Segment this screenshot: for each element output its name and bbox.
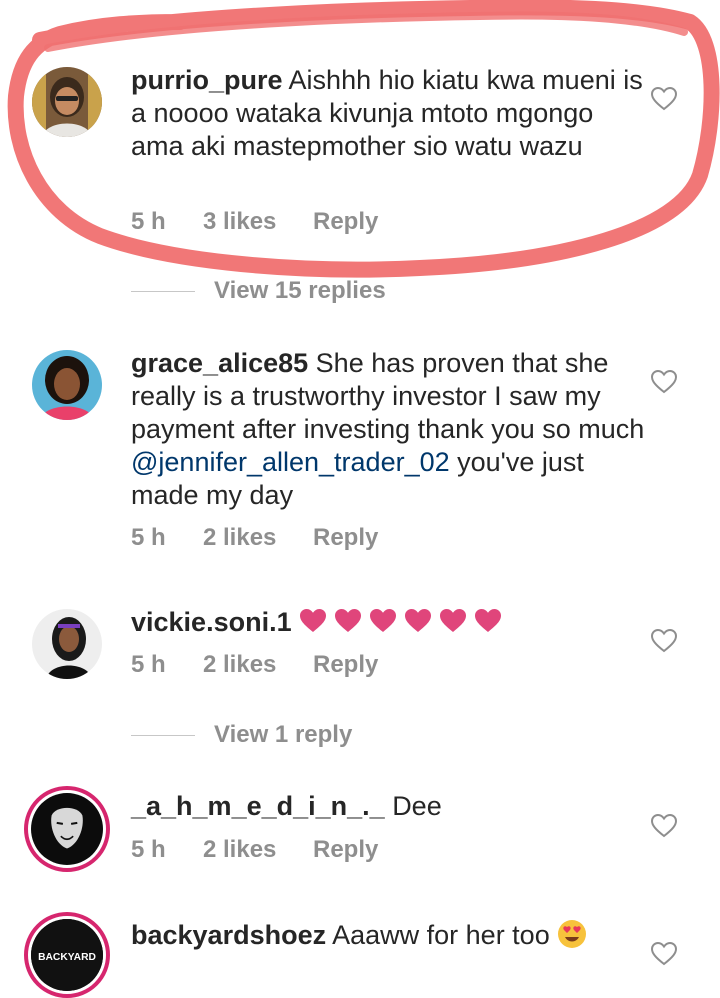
like-heart-icon[interactable] [651,370,677,394]
comment-likes[interactable]: 3 likes [203,207,276,237]
comment-time: 5 h [131,524,166,551]
view-replies-label: View 1 reply [214,721,353,748]
comment-likes[interactable]: 2 likes [203,835,276,865]
avatar[interactable] [32,350,102,420]
like-heart-icon[interactable] [651,87,677,111]
mention-link[interactable]: @jennifer_allen_trader_02 [131,447,450,477]
comment-username[interactable]: purrio_pure [131,65,283,95]
avatar-photo-icon [32,67,102,137]
comment-username[interactable]: _a_h_m_e_d_i_n_._ [131,791,385,821]
backyard-logo-icon: BACKYARD [31,919,103,991]
avatar-photo-icon [32,350,102,420]
avatar[interactable]: BACKYARD [24,912,110,998]
divider-line [131,735,195,736]
comment-likes[interactable]: 2 likes [203,650,276,680]
comment-meta: 5 h 2 likes Reply [131,835,431,865]
reply-button[interactable]: Reply [313,207,378,237]
comment-text: backyardshoez Aaaww for her too [131,919,651,952]
pink-heart-icon [440,609,467,632]
like-heart-icon[interactable] [651,629,677,653]
comment-meta: 5 h 3 likes Reply [131,207,431,237]
comment-meta: 5 h 2 likes Reply [131,523,431,553]
comment-username[interactable]: grace_alice85 [131,348,308,378]
like-heart-icon[interactable] [651,942,677,966]
comment-time: 5 h [131,651,166,678]
comment-time: 5 h [131,208,166,235]
avatar[interactable] [32,609,102,679]
like-heart-icon[interactable] [651,814,677,838]
comment-body: Aaaww for her too [332,920,550,950]
divider-line [131,291,195,292]
pink-heart-icon [370,609,397,632]
reply-button[interactable]: Reply [313,650,378,680]
pink-heart-icon [335,609,362,632]
pink-heart-icon [405,609,432,632]
heart-eyes-face-icon [557,920,587,950]
comment-text: vickie.soni.1 [131,606,651,642]
comment-text: purrio_pure Aishhh hio kiatu kwa mueni i… [131,64,651,163]
comment-text: grace_alice85 She has proven that she re… [131,347,651,512]
comment-username[interactable]: vickie.soni.1 [131,607,292,637]
pink-heart-icon [475,609,502,632]
view-replies-button[interactable]: View 1 reply [131,720,531,750]
view-replies-label: View 15 replies [214,277,386,304]
reply-button[interactable]: Reply [313,523,378,553]
comment-body: Dee [392,791,442,821]
reply-button[interactable]: Reply [313,835,378,865]
comment-time: 5 h [131,836,166,863]
avatar-photo-icon [32,609,102,679]
pink-heart-icon [300,609,327,632]
avatar[interactable] [24,786,110,872]
comment-username[interactable]: backyardshoez [131,920,326,950]
comment-meta: 5 h 2 likes Reply [131,650,431,680]
view-replies-button[interactable]: View 15 replies [131,276,531,306]
avatar[interactable] [32,67,102,137]
heart-emoji-row [299,608,509,642]
comment-likes[interactable]: 2 likes [203,523,276,553]
comment-text: _a_h_m_e_d_i_n_._ Dee [131,790,651,823]
mask-avatar-icon [31,793,103,865]
